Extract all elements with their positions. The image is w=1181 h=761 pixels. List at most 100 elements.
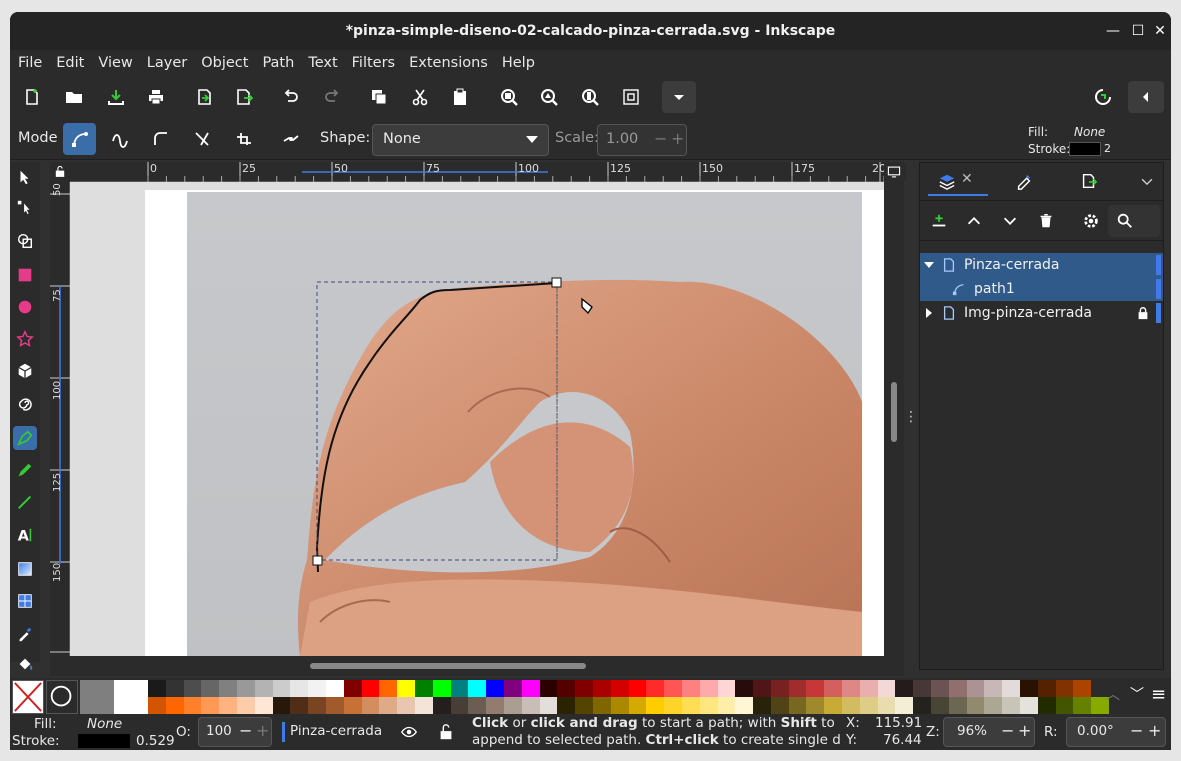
palette-swatch[interactable]: [895, 697, 914, 714]
palette-swatch[interactable]: [254, 680, 273, 697]
palette-swatch[interactable]: [895, 680, 914, 697]
palette-swatch[interactable]: [1020, 697, 1038, 714]
palette-swatch[interactable]: [397, 697, 415, 714]
palette-swatch[interactable]: [1037, 680, 1056, 697]
plus-icon[interactable]: +: [1018, 721, 1031, 740]
menu-view[interactable]: View: [98, 55, 132, 71]
palette-swatch[interactable]: [1037, 697, 1056, 714]
palette-swatch[interactable]: [1073, 680, 1092, 697]
palette-swatch[interactable]: [984, 697, 1003, 714]
palette-swatch[interactable]: [859, 697, 878, 714]
lower-icon[interactable]: [1001, 212, 1019, 230]
snap-toggle-icon[interactable]: [1089, 83, 1117, 111]
bspline-mode-button[interactable]: [147, 125, 175, 153]
palette-swatch[interactable]: [592, 680, 611, 697]
palette-menu-icon[interactable]: ≡: [1151, 684, 1166, 705]
maximize-icon[interactable]: ☐: [1128, 22, 1148, 40]
palette-swatch[interactable]: [877, 697, 896, 714]
palette-swatch[interactable]: [913, 697, 932, 714]
palette-swatch[interactable]: [308, 697, 326, 714]
palette-swatch[interactable]: [450, 680, 469, 697]
minimize-icon[interactable]: —: [1103, 22, 1123, 40]
palette-swatch[interactable]: [503, 697, 522, 714]
pencil-tool-icon[interactable]: [13, 458, 37, 482]
palette-swatch[interactable]: [1002, 680, 1021, 697]
palette-swatch[interactable]: [272, 697, 291, 714]
pen-tool-icon[interactable]: [13, 426, 37, 450]
add-layer-icon[interactable]: [930, 212, 948, 230]
palette-swatch[interactable]: [148, 697, 166, 714]
palette-swatch[interactable]: [414, 697, 433, 714]
palette-swatch[interactable]: [859, 680, 878, 697]
palette-swatch[interactable]: [913, 680, 932, 697]
paint-bucket-tool-icon[interactable]: [13, 652, 37, 676]
palette-swatch[interactable]: [1055, 680, 1074, 697]
gradient-tool-icon[interactable]: [13, 557, 37, 581]
plus-icon[interactable]: +: [671, 129, 684, 148]
expand-right-icon[interactable]: [924, 308, 934, 318]
layer-row-img-pinza-cerrada[interactable]: Img-pinza-cerrada: [920, 301, 1163, 325]
new-document-icon[interactable]: [18, 83, 46, 111]
menu-edit[interactable]: Edit: [56, 55, 84, 71]
zoom-drawing-icon[interactable]: [535, 83, 563, 111]
palette-swatch[interactable]: [1073, 697, 1092, 714]
palette-swatch[interactable]: [254, 697, 273, 714]
current-layer[interactable]: Pinza-cerrada: [290, 723, 382, 739]
palette-swatch[interactable]: [681, 697, 700, 714]
palette-swatch[interactable]: [343, 680, 362, 697]
stroke-width-value[interactable]: 2: [1104, 142, 1111, 155]
shape-builder-tool-icon[interactable]: [13, 229, 37, 253]
open-icon[interactable]: [60, 83, 88, 111]
eye-icon[interactable]: [400, 723, 418, 741]
palette-swatch[interactable]: [468, 697, 487, 714]
palette-swatch[interactable]: [948, 680, 967, 697]
menu-layer[interactable]: Layer: [147, 55, 187, 71]
menu-object[interactable]: Object: [201, 55, 248, 71]
calligraphy-tool-icon[interactable]: [13, 490, 37, 514]
palette-swatch[interactable]: [361, 697, 380, 714]
palette-swatch[interactable]: [735, 697, 754, 714]
selected-style-fill-value[interactable]: None: [1074, 125, 1105, 139]
palette-swatch[interactable]: [575, 680, 593, 697]
gear-icon[interactable]: [1082, 212, 1100, 230]
menu-text[interactable]: Text: [308, 55, 337, 71]
trash-icon[interactable]: [1037, 212, 1055, 230]
horizontal-scrollbar-thumb[interactable]: [310, 663, 586, 669]
palette-swatch[interactable]: [397, 680, 415, 697]
raise-icon[interactable]: [965, 212, 983, 230]
3d-box-tool-icon[interactable]: [13, 359, 37, 383]
palette-swatch[interactable]: [1020, 680, 1038, 697]
tab-fill-stroke[interactable]: [1005, 168, 1045, 196]
spiral-tool-icon[interactable]: [13, 391, 37, 415]
palette-swatch[interactable]: [236, 697, 255, 714]
node-tool-icon[interactable]: [13, 196, 37, 220]
zoom-center-page-icon[interactable]: [617, 83, 645, 111]
palette-swatch[interactable]: [681, 680, 700, 697]
cut-icon[interactable]: [406, 83, 434, 111]
palette-swatch[interactable]: [966, 680, 985, 697]
zoom-selection-icon[interactable]: [495, 83, 523, 111]
dropper-tool-icon[interactable]: [13, 622, 37, 646]
palette-down-icon[interactable]: ﹀: [1130, 684, 1144, 704]
palette-swatch[interactable]: [272, 680, 291, 697]
palette-swatch[interactable]: [486, 680, 504, 697]
palette-swatch[interactable]: [610, 680, 629, 697]
copy-icon[interactable]: [365, 83, 393, 111]
redo-icon[interactable]: [318, 83, 346, 111]
palette-swatch[interactable]: [486, 697, 504, 714]
mesh-tool-icon[interactable]: [13, 589, 37, 613]
opacity-spinbox[interactable]: 100 − +: [198, 717, 272, 747]
import-icon[interactable]: [190, 83, 218, 111]
palette-swatch[interactable]: [788, 697, 807, 714]
zoom-spinbox[interactable]: 96% − +: [943, 717, 1035, 747]
menu-path[interactable]: Path: [262, 55, 294, 71]
unset-paint-swatch[interactable]: [46, 680, 78, 714]
palette-swatch[interactable]: [503, 680, 522, 697]
palette-swatch[interactable]: [664, 697, 682, 714]
close-tab-icon[interactable]: ✕: [961, 171, 973, 187]
palette-swatch[interactable]: [183, 697, 202, 714]
palette-swatch[interactable]: [931, 697, 949, 714]
palette-swatch[interactable]: [521, 697, 540, 714]
lock-icon[interactable]: [1136, 306, 1150, 320]
palette-swatch[interactable]: [165, 680, 184, 697]
